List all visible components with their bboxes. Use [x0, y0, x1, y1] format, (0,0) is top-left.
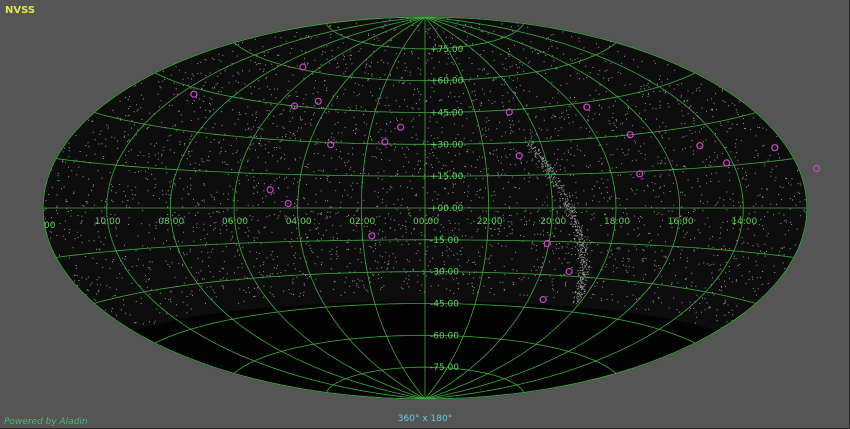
ra-label: 00:00: [413, 217, 439, 227]
ra-label: 06:00: [222, 217, 248, 227]
sky-map[interactable]: +75.00 +60.00 +45.00 +30.00 +15.00 +00.00 -15.…: [0, 0, 850, 429]
source-marker: [812, 164, 821, 173]
dec-label: +30.00: [430, 140, 464, 150]
field-of-view-readout: 360° x 180°: [397, 414, 453, 424]
dec-label: +75.00: [430, 45, 464, 55]
ra-label: 22:00: [477, 217, 503, 227]
dec-label: -75.00: [430, 363, 459, 373]
dec-label: +60.00: [430, 77, 464, 87]
survey-label: NVSS: [5, 5, 36, 16]
ra-label: 20:00: [540, 217, 566, 227]
dec-label: +45.00: [430, 109, 464, 119]
ra-label: 02:00: [349, 217, 375, 227]
coordinate-grid: [43, 17, 807, 399]
ra-label: 04:00: [286, 217, 312, 227]
ra-label: 18:00: [604, 217, 630, 227]
ra-label: 10:00: [95, 217, 121, 227]
dec-label: +15.00: [430, 172, 464, 182]
ra-label: 08:00: [158, 217, 184, 227]
dec-label: -60.00: [430, 331, 459, 341]
ra-label: 16:00: [668, 217, 694, 227]
ra-label: 14:00: [731, 217, 757, 227]
sky-viewer[interactable]: +75.00 +60.00 +45.00 +30.00 +15.00 +00.00 -15.…: [0, 0, 850, 429]
dec-label: +00.00: [430, 204, 464, 214]
dec-label: -15.00: [430, 236, 459, 246]
dec-label: -30.00: [430, 268, 459, 278]
ra-label: 00: [44, 221, 56, 231]
dec-label: -45.00: [430, 300, 459, 310]
